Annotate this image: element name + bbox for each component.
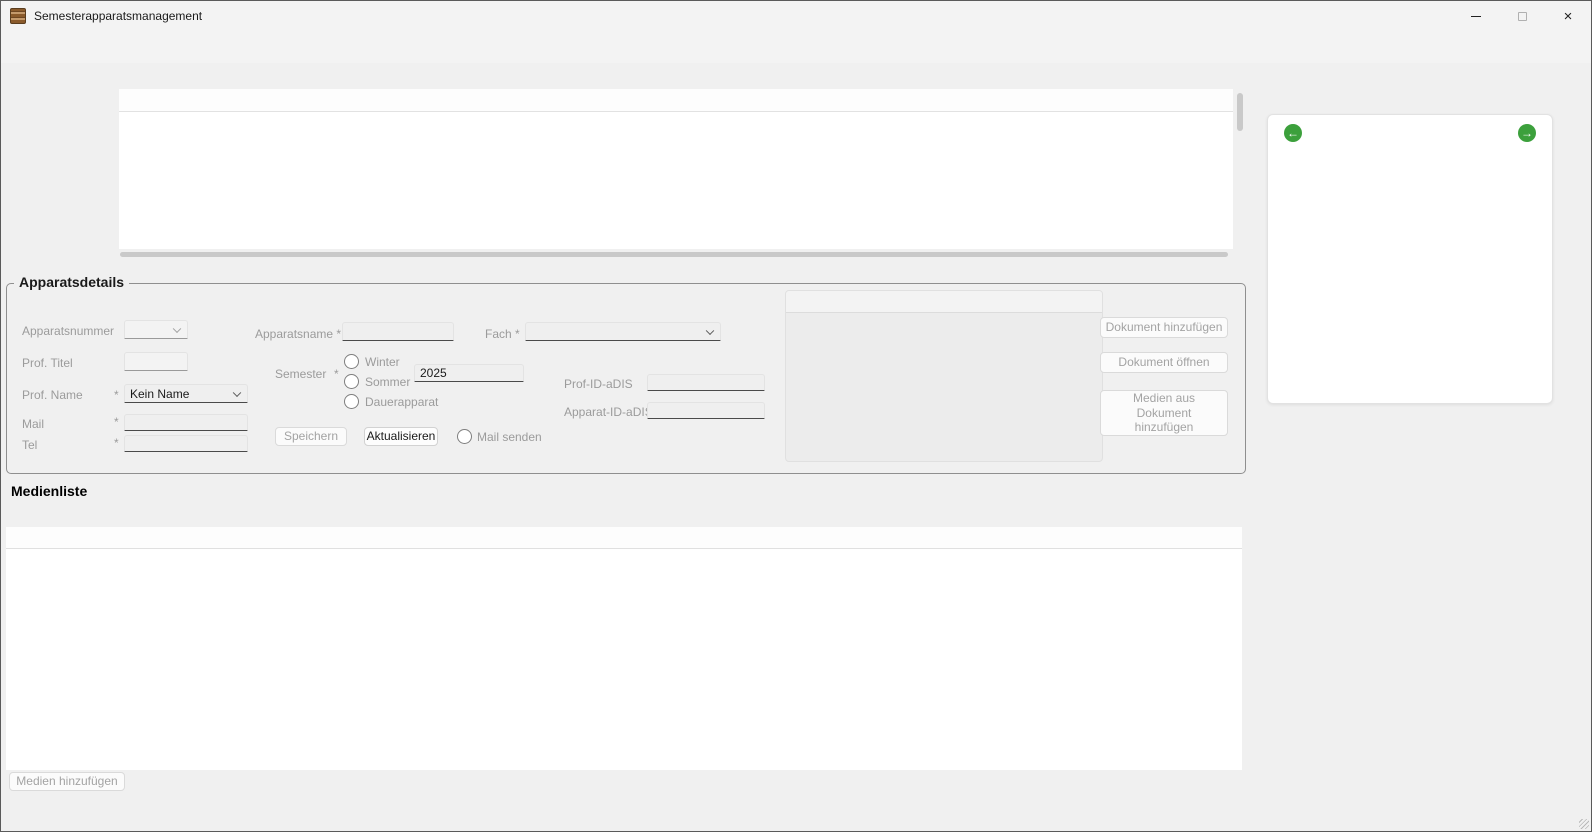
apparatsnummer-dropdown: [124, 320, 188, 339]
prof-id-adis-label: Prof-ID-aDIS: [564, 377, 633, 391]
calendar-month-label: Januar: [1366, 126, 1407, 140]
mail-label: Mail: [22, 417, 44, 431]
menu-bar: [1, 31, 1591, 63]
apparat-id-adis-field[interactable]: [647, 402, 765, 419]
sommer-radio[interactable]: [344, 374, 359, 389]
prof-titel-field: [124, 352, 188, 371]
app-icon: [10, 8, 26, 24]
sommer-radio-label: Sommer: [365, 375, 410, 389]
chevron-down-icon: [233, 388, 241, 396]
window-title: Semesterapparatsmanagement: [34, 9, 202, 23]
mail-field[interactable]: [124, 414, 248, 431]
winter-radio[interactable]: [344, 354, 359, 369]
prof-name-value: Kein Name: [130, 387, 189, 401]
calendar-month-year[interactable]: Januar 2025: [1366, 126, 1455, 140]
apparatsname-label: Apparatsname *: [255, 327, 341, 341]
prof-name-dropdown[interactable]: Kein Name: [124, 384, 248, 403]
apps-table-header: [119, 89, 1233, 112]
calendar-panel: ← Januar 2025 →: [1267, 114, 1553, 404]
medien-hinzufuegen-button: Medien hinzufügen: [9, 772, 125, 791]
window-controls: ×: [1453, 1, 1591, 31]
dokument-hinzufuegen-button: Dokument hinzufügen: [1100, 317, 1228, 338]
fach-dropdown[interactable]: [525, 322, 721, 341]
dokument-oeffnen-button: Dokument öffnen: [1100, 352, 1228, 373]
apparatsdetails-title: Apparatsdetails: [14, 274, 129, 290]
tel-label: Tel: [22, 438, 37, 452]
apps-table-vertical-scrollbar[interactable]: [1235, 91, 1245, 247]
arrow-left-icon: ←: [1287, 127, 1299, 139]
calendar-next-button[interactable]: →: [1518, 124, 1536, 142]
calendar-prev-button[interactable]: ←: [1284, 124, 1302, 142]
prof-id-adis-field[interactable]: [647, 374, 765, 391]
minimize-button[interactable]: [1453, 1, 1499, 31]
maximize-icon: [1518, 12, 1527, 21]
medienliste-title: Medienliste: [11, 483, 87, 499]
close-button[interactable]: ×: [1545, 1, 1591, 31]
semester-label: Semester: [275, 367, 326, 381]
medienliste-body: [6, 549, 1242, 770]
arrow-right-icon: →: [1521, 127, 1533, 139]
tel-required-marker: *: [114, 436, 119, 450]
close-icon: ×: [1564, 9, 1573, 24]
tel-field[interactable]: [124, 435, 248, 452]
apparatsname-field[interactable]: [342, 322, 454, 341]
maximize-button[interactable]: [1499, 1, 1545, 31]
winter-radio-label: Winter: [365, 355, 400, 369]
chevron-down-icon: [706, 326, 714, 334]
speichern-button: Speichern: [275, 427, 347, 446]
mail-senden-checkbox[interactable]: [457, 429, 472, 444]
document-list: [785, 290, 1103, 462]
medienliste-header: [6, 527, 1242, 549]
fach-label: Fach *: [485, 327, 520, 341]
minimize-icon: [1471, 16, 1481, 17]
dauerapparat-radio[interactable]: [344, 394, 359, 409]
apparatsnummer-label: Apparatsnummer: [22, 324, 114, 338]
calendar-year-label: 2025: [1427, 126, 1455, 140]
medien-aus-dokument-button: Medien aus Dokument hinzufügen: [1100, 390, 1228, 436]
chevron-down-icon: [1413, 134, 1421, 138]
prof-name-label: Prof. Name: [22, 388, 83, 402]
apparat-id-adis-label: Apparat-ID-aDIS: [564, 405, 653, 419]
prof-titel-label: Prof. Titel: [22, 356, 73, 370]
title-bar: Semesterapparatsmanagement ×: [1, 1, 1591, 31]
document-list-header: [786, 291, 1102, 313]
calendar-header: ← Januar 2025 →: [1274, 120, 1546, 146]
semester-required-marker: *: [334, 367, 339, 381]
calendar-day-grid: [1274, 183, 1548, 399]
mail-required-marker: *: [114, 415, 119, 429]
apparatsdetails-group: Apparatsdetails Apparatsnummer Prof. Tit…: [6, 283, 1246, 474]
jahr-field[interactable]: 2025: [414, 364, 524, 382]
chevron-down-icon: [173, 324, 181, 332]
prof-name-required-marker: *: [114, 388, 119, 402]
scrollbar-thumb[interactable]: [120, 252, 1228, 257]
mail-senden-label: Mail senden: [477, 430, 542, 444]
app-window: Semesterapparatsmanagement × Apparatsdet…: [0, 0, 1592, 832]
calendar-weekday-row: [1274, 151, 1548, 181]
aktualisieren-button[interactable]: Aktualisieren: [364, 427, 438, 446]
dauerapparat-radio-label: Dauerapparat: [365, 395, 438, 409]
scrollbar-thumb[interactable]: [1237, 93, 1243, 131]
apps-table-horizontal-scrollbar[interactable]: [119, 251, 1246, 258]
resize-grip[interactable]: [1579, 819, 1589, 829]
apps-table: [119, 89, 1233, 249]
